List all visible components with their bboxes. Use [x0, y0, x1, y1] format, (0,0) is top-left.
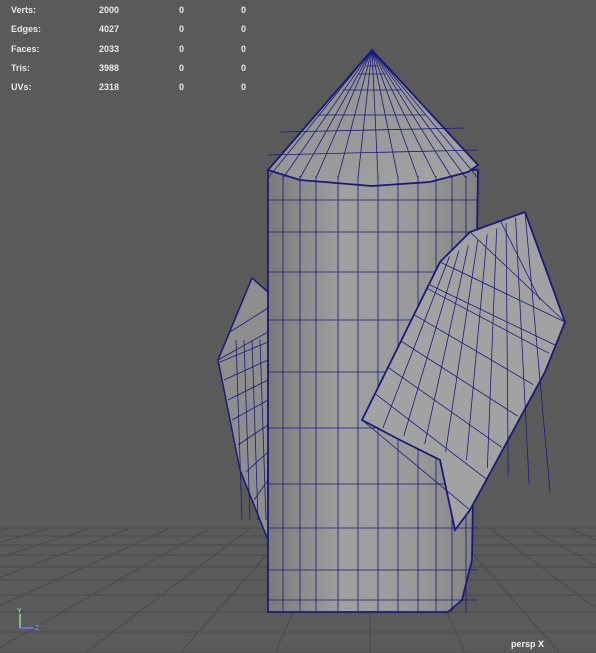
- hud-label: UVs:: [11, 82, 32, 93]
- hud-label: Faces:: [11, 43, 40, 54]
- hud-component-value: 0: [241, 43, 247, 54]
- view-axis-indicator: Y Z: [14, 606, 44, 636]
- viewport-scene[interactable]: [0, 0, 596, 653]
- hud-label: Tris:: [11, 62, 31, 73]
- hud-total-value: 3988: [99, 62, 120, 73]
- left-crystal[interactable]: [217, 276, 269, 541]
- hud-total-value: 2033: [99, 43, 120, 54]
- hud-row: Tris: 3988 0 0: [11, 59, 281, 78]
- hud-selected-value: 0: [179, 5, 185, 15]
- hud-row: UVs: 2318 0 0: [11, 78, 281, 97]
- perspective-viewport[interactable]: Verts: 2000 0 0 Edges: 4027 0 0 Faces: 2033 0 0 Tris…: [0, 0, 596, 653]
- axis-y-label: Y: [17, 608, 22, 615]
- axis-z-label: Z: [35, 625, 40, 632]
- hud-row: Edges: 4027 0 0: [11, 20, 281, 39]
- poly-count-hud: Verts: 2000 0 0 Edges: 4027 0 0 Faces: 2033 0 0 Tris…: [11, 1, 281, 97]
- camera-name-label: persp X: [510, 639, 544, 649]
- hud-component-value: 0: [241, 82, 247, 93]
- hud-row: Verts: 2000 0 0: [11, 1, 281, 20]
- hud-total-value: 2318: [99, 82, 120, 93]
- hud-component-value: 0: [241, 5, 247, 15]
- hud-total-value: 2000: [99, 5, 120, 15]
- hud-component-value: 0: [241, 62, 247, 73]
- hud-total-value: 4027: [99, 24, 120, 35]
- hud-label: Edges:: [11, 24, 42, 35]
- hud-label: Verts:: [11, 5, 37, 15]
- hud-selected-value: 0: [179, 62, 185, 73]
- hud-selected-value: 0: [179, 82, 185, 93]
- hud-selected-value: 0: [179, 43, 185, 54]
- hud-component-value: 0: [241, 24, 247, 35]
- hud-selected-value: 0: [179, 24, 185, 35]
- hud-row: Faces: 2033 0 0: [11, 40, 281, 59]
